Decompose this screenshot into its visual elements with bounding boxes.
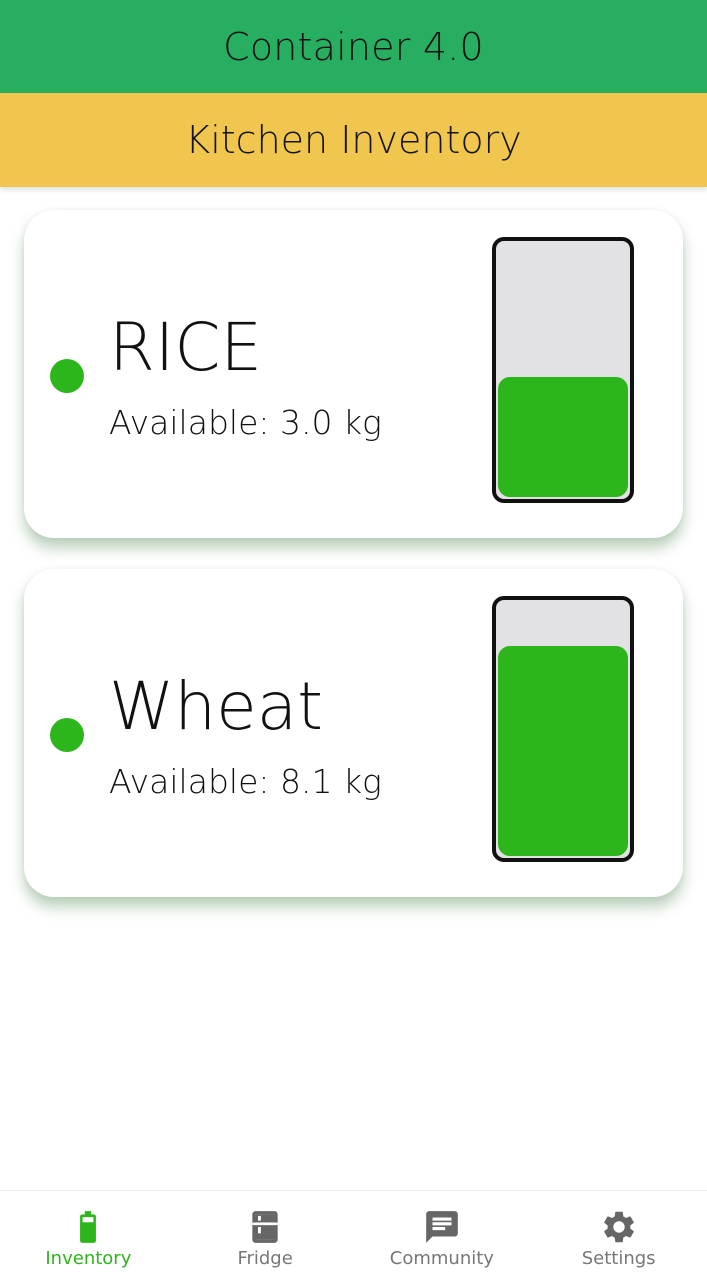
level-fill <box>498 377 628 497</box>
nav-item-settings[interactable]: Settings <box>530 1191 707 1281</box>
level-gauge <box>492 596 634 862</box>
page-header: Kitchen Inventory <box>0 93 707 187</box>
nav-item-community[interactable]: Community <box>354 1191 531 1281</box>
item-name: RICE <box>109 309 263 386</box>
inventory-card-rice[interactable]: RICE Available: 3.0 kg <box>24 210 683 538</box>
item-name: Wheat <box>109 668 324 745</box>
chat-icon <box>426 1211 458 1243</box>
nav-label: Community <box>389 1248 494 1269</box>
nav-item-fridge[interactable]: Fridge <box>177 1191 354 1281</box>
nav-item-inventory[interactable]: Inventory <box>0 1191 177 1281</box>
battery-icon <box>80 1211 97 1243</box>
level-gauge <box>492 237 634 503</box>
fridge-icon <box>252 1211 278 1243</box>
status-dot <box>50 718 84 752</box>
item-available: Available: 8.1 kg <box>109 762 382 801</box>
gear-icon <box>603 1211 634 1243</box>
app-title: Container 4.0 <box>223 24 484 69</box>
inventory-card-wheat[interactable]: Wheat Available: 8.1 kg <box>24 569 683 897</box>
level-fill <box>498 645 628 856</box>
nav-label: Settings <box>581 1248 656 1269</box>
nav-label: Inventory <box>45 1248 132 1269</box>
item-available: Available: 3.0 kg <box>109 403 382 442</box>
status-dot <box>50 359 84 393</box>
bottom-navigation: Inventory Fridge Community Settings <box>0 1190 707 1281</box>
page-title: Kitchen Inventory <box>185 118 522 162</box>
nav-label: Fridge <box>237 1248 293 1269</box>
app-bar: Container 4.0 <box>0 0 707 93</box>
